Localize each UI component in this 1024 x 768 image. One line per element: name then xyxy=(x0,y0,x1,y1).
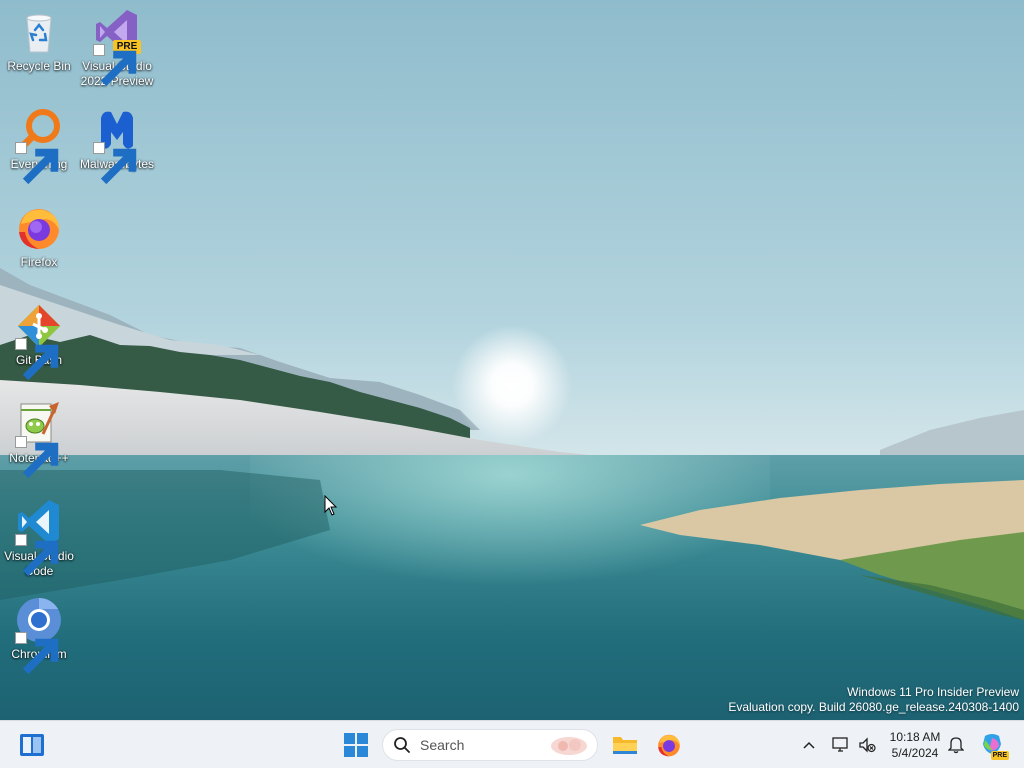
copilot-preview-badge: PRE xyxy=(990,751,1009,760)
watermark-edition: Windows 11 Pro Insider Preview xyxy=(847,685,1019,699)
volume-muted-icon xyxy=(859,737,876,753)
shortcut-arrow-icon xyxy=(15,436,59,479)
network-button[interactable] xyxy=(828,727,854,763)
vscode-icon xyxy=(15,498,63,577)
copilot-icon: PRE xyxy=(979,732,1009,760)
desktop-icon-git-bash[interactable]: Git Bash xyxy=(1,302,77,381)
chevron-up-icon xyxy=(803,741,815,749)
widgets-button[interactable] xyxy=(14,727,50,763)
file-explorer-button[interactable] xyxy=(607,727,643,763)
desktop-icon-firefox[interactable]: Firefox xyxy=(1,204,77,270)
start-icon xyxy=(344,733,368,757)
search-highlight-icon xyxy=(551,737,587,755)
desktop[interactable]: Recycle Bin PRE Visual Studio 2022 Previ… xyxy=(0,0,1024,720)
notifications-button[interactable] xyxy=(942,727,970,763)
desktop-icon-malwarebytes[interactable]: Malwarebytes xyxy=(79,106,155,185)
everything-icon xyxy=(15,106,63,185)
network-icon xyxy=(832,737,848,752)
chromium-icon xyxy=(15,596,63,675)
show-hidden-icons-button[interactable] xyxy=(792,727,826,763)
shortcut-arrow-icon xyxy=(93,44,137,87)
shortcut-arrow-icon xyxy=(15,534,59,577)
shortcut-arrow-icon xyxy=(15,338,59,381)
clock-time: 10:18 AM xyxy=(889,730,941,744)
desktop-icon-label: Recycle Bin xyxy=(7,59,71,73)
copilot-button[interactable]: PRE xyxy=(974,727,1010,763)
taskbar: Search 10:18 AM 5/4/2024 PRE xyxy=(0,720,1024,768)
desktop-icon-vscode[interactable]: Visual Studio Code xyxy=(1,498,77,579)
search-placeholder: Search xyxy=(420,737,465,753)
firefox-taskbar-button[interactable] xyxy=(651,727,687,763)
clock-date: 5/4/2024 xyxy=(891,746,939,760)
desktop-icon-label: Firefox xyxy=(20,255,58,269)
taskbar-search[interactable]: Search xyxy=(382,729,598,761)
insider-watermark: Windows 11 Pro Insider Preview Evaluatio… xyxy=(728,685,1019,715)
volume-button[interactable] xyxy=(854,727,880,763)
desktop-icon-everything[interactable]: Everything xyxy=(1,106,77,185)
firefox-icon xyxy=(658,734,680,757)
mouse-pointer-icon xyxy=(324,495,338,516)
recycle-bin-icon xyxy=(15,8,63,56)
git-bash-icon xyxy=(15,302,63,381)
file-explorer-icon xyxy=(613,737,637,754)
visual-studio-icon: PRE xyxy=(93,8,141,87)
shortcut-arrow-icon xyxy=(15,142,59,185)
shortcut-arrow-icon xyxy=(93,142,137,185)
widgets-icon xyxy=(20,734,44,756)
notification-bell-icon xyxy=(948,737,964,754)
watermark-build: Evaluation copy. Build 26080.ge_release.… xyxy=(728,700,1019,714)
search-icon xyxy=(394,737,410,753)
desktop-icon-chromium[interactable]: Chromium xyxy=(1,596,77,675)
firefox-icon xyxy=(15,204,63,252)
desktop-icon-notepad-plus-plus[interactable]: Notepad++ xyxy=(1,400,77,479)
shortcut-arrow-icon xyxy=(15,632,59,675)
notepad-plus-plus-icon xyxy=(15,400,63,479)
malwarebytes-icon xyxy=(93,106,141,185)
clock[interactable]: 10:18 AM 5/4/2024 xyxy=(884,729,946,761)
desktop-icon-visual-studio[interactable]: PRE Visual Studio 2022 Preview xyxy=(79,8,155,89)
desktop-icon-recycle-bin[interactable]: Recycle Bin xyxy=(1,8,77,74)
start-button[interactable] xyxy=(338,727,374,763)
